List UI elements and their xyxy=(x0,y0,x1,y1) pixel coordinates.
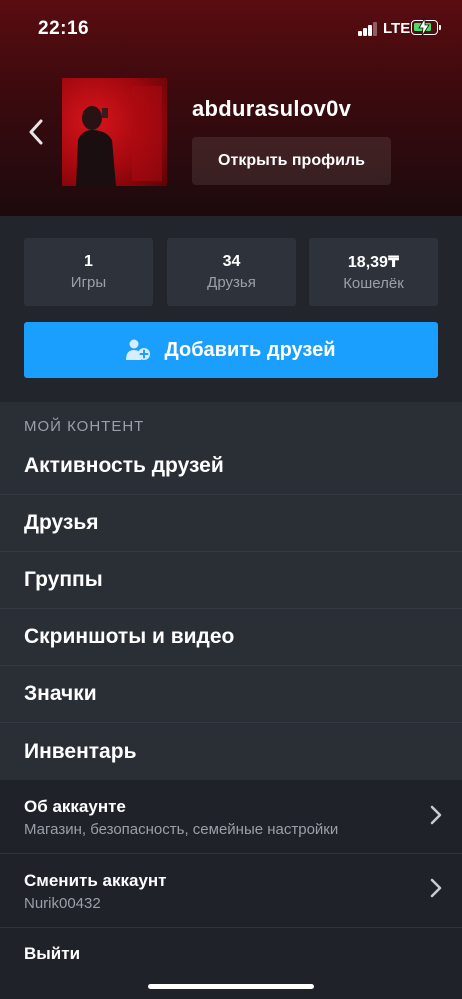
switch-account-title: Сменить аккаунт xyxy=(24,871,167,890)
account-info-subtitle: Магазин, безопасность, семейные настройк… xyxy=(24,821,339,838)
menu-item-badges[interactable]: Значки xyxy=(0,666,462,723)
stat-value: 1 xyxy=(84,253,93,270)
stats-panel: 1 Игры 34 Друзья 18,39₸ Кошелёк Добавить… xyxy=(0,216,462,402)
stat-games[interactable]: 1 Игры xyxy=(24,238,153,306)
menu-item-screenshots-videos[interactable]: Скриншоты и видео xyxy=(0,609,462,666)
switch-account-item[interactable]: Сменить аккаунт Nurik00432 xyxy=(0,854,462,927)
section-title: МОЙ КОНТЕНТ xyxy=(24,418,145,435)
chevron-right-icon xyxy=(430,878,442,898)
switch-account-username: Nurik00432 xyxy=(24,895,101,912)
menu-item-inventory[interactable]: Инвентарь xyxy=(0,723,462,780)
menu-item-groups[interactable]: Группы xyxy=(0,552,462,609)
status-time: 22:16 xyxy=(38,18,90,39)
menu-item-friends[interactable]: Друзья xyxy=(0,495,462,552)
account-info-item[interactable]: Об аккаунте Магазин, безопасность, семей… xyxy=(0,780,462,853)
stat-label: Игры xyxy=(70,274,107,291)
stat-label: Друзья xyxy=(207,274,256,291)
status-bar: 22:16 LTE xyxy=(0,0,462,56)
logout-label: Выйти xyxy=(24,944,81,963)
menu-item-friends-activity[interactable]: Активность друзей xyxy=(0,438,462,495)
network-type: LTE xyxy=(383,20,411,37)
add-user-icon xyxy=(126,339,151,360)
add-friends-button[interactable]: Добавить друзей xyxy=(24,322,438,378)
profile-header: 22:16 LTE abdurasulov0v Открыть профиль xyxy=(0,0,462,216)
stat-wallet[interactable]: 18,39₸ Кошелёк xyxy=(309,238,438,306)
battery-tip xyxy=(439,25,441,30)
add-friends-label: Добавить друзей xyxy=(164,338,336,361)
chevron-right-icon xyxy=(430,805,442,825)
stat-value: 18,39₸ xyxy=(347,254,400,271)
account-info-title: Об аккаунте xyxy=(24,797,126,816)
stat-label: Кошелёк xyxy=(343,275,404,292)
signal-icon xyxy=(358,22,378,36)
logout-item[interactable]: Выйти xyxy=(0,928,462,988)
open-profile-button[interactable]: Открыть профиль xyxy=(192,137,391,185)
battery-charging-icon xyxy=(411,18,438,36)
chevron-left-icon[interactable] xyxy=(24,116,48,148)
stat-value: 34 xyxy=(222,253,241,270)
account-settings: Об аккаунте Магазин, безопасность, семей… xyxy=(0,780,462,999)
stat-friends[interactable]: 34 Друзья xyxy=(167,238,296,306)
username: abdurasulov0v xyxy=(192,96,352,121)
avatar[interactable] xyxy=(62,78,167,186)
home-indicator[interactable] xyxy=(148,984,314,989)
